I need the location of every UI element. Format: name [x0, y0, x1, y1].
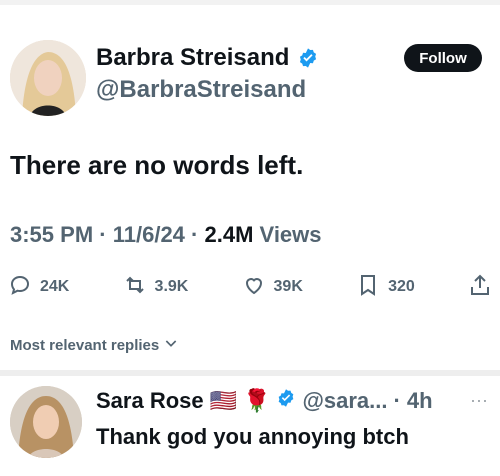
tweet-time[interactable]: 3:55 PM [10, 222, 93, 247]
reply-author-name[interactable]: Sara Rose [96, 388, 204, 414]
reply-count: 24K [40, 278, 70, 295]
chevron-down-icon [163, 335, 179, 355]
heart-icon [242, 273, 266, 302]
rose-icon: 🌹 [243, 388, 271, 413]
reply-time[interactable]: 4h [407, 388, 433, 414]
tweet-text: There are no words left. [10, 150, 304, 180]
tweet-meta: 3:55 PM · 11/6/24 · 2.4M Views [10, 222, 322, 248]
more-options-icon[interactable]: ··· [470, 390, 488, 411]
replies-sort-label: Most relevant replies [10, 336, 160, 354]
bookmark-count: 320 [388, 278, 415, 295]
tweet-screenshot: Barbra Streisand @BarbraStreisand Follow… [0, 0, 500, 476]
reply-icon [8, 273, 32, 302]
like-button[interactable]: 39K [242, 273, 303, 302]
repost-icon [123, 273, 147, 302]
replies-sort-dropdown[interactable]: Most relevant replies [10, 335, 179, 355]
views-count: 2.4M [204, 222, 254, 247]
author-name-row: Barbra Streisand [96, 44, 319, 72]
reply-separator: · [393, 388, 401, 413]
reply-header: Sara Rose 🇺🇸 🌹 @sara... · 4h [96, 388, 433, 414]
tweet-actions: 24K 3.9K 39K 320 [8, 270, 492, 304]
verified-badge-icon [276, 388, 296, 414]
reply-avatar[interactable] [10, 386, 82, 458]
repost-button[interactable]: 3.9K [123, 273, 189, 302]
repost-count: 3.9K [154, 278, 189, 295]
share-icon [468, 273, 492, 302]
meta-separator: · [191, 222, 205, 247]
section-divider [0, 370, 500, 376]
like-count: 39K [273, 278, 303, 295]
reply-author-handle[interactable]: @sara... [302, 388, 387, 414]
bookmark-icon [356, 273, 380, 302]
author-avatar[interactable] [10, 40, 86, 116]
verified-badge-icon [297, 47, 319, 69]
meta-separator: · [99, 222, 113, 247]
views-label: Views [259, 222, 322, 247]
top-divider [0, 0, 500, 5]
tweet-date[interactable]: 11/6/24 [113, 222, 185, 247]
follow-button[interactable]: Follow [404, 44, 482, 72]
flag-usa-icon: 🇺🇸 [209, 388, 238, 413]
share-button[interactable] [468, 273, 492, 302]
reply-button[interactable]: 24K [8, 273, 69, 302]
author-handle[interactable]: @BarbraStreisand [96, 76, 306, 104]
author-name[interactable]: Barbra Streisand [96, 44, 289, 72]
reply-text: Thank god you annoying btch [96, 424, 409, 449]
bookmark-button[interactable]: 320 [356, 273, 415, 302]
